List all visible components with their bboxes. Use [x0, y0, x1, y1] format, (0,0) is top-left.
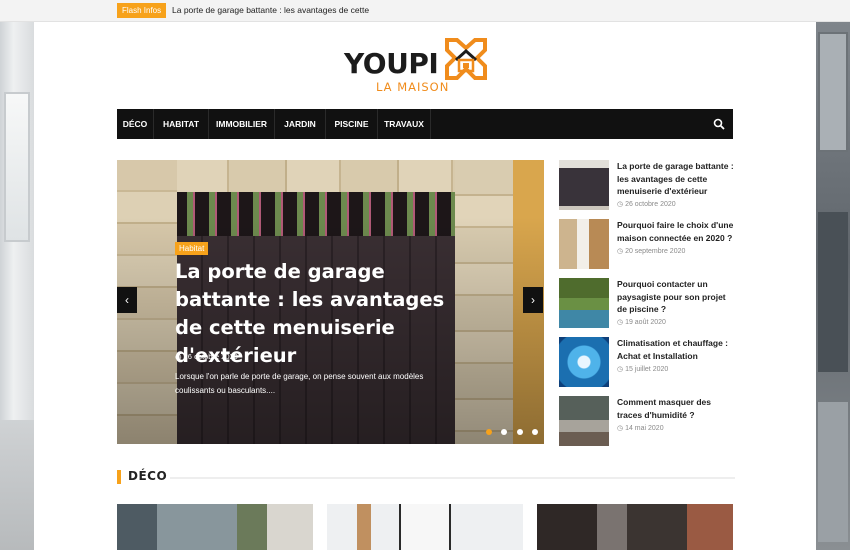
chevron-left-icon: ‹ — [125, 293, 129, 307]
post-date: ◷ 15 juillet 2020 — [617, 366, 669, 373]
post-date-text: 26 octobre 2020 — [625, 201, 676, 208]
post-thumbnail[interactable] — [559, 337, 609, 387]
slider-dot[interactable] — [516, 429, 523, 435]
background-window — [4, 92, 30, 242]
list-item[interactable]: Comment masquer des traces d'humidité ? … — [559, 396, 739, 446]
post-title[interactable]: Pourquoi contacter un paysagiste pour so… — [617, 278, 735, 316]
slide-excerpt: Lorsque l'on parle de porte de garage, o… — [175, 372, 424, 395]
background-panel — [818, 402, 848, 542]
background-panel — [818, 32, 848, 152]
post-title[interactable]: Pourquoi faire le choix d'une maison con… — [617, 219, 735, 244]
list-item[interactable]: La porte de garage battante : les avanta… — [559, 160, 739, 210]
list-item[interactable]: Pourquoi faire le choix d'une maison con… — [559, 219, 739, 269]
slider-prev-button[interactable]: ‹ — [117, 287, 137, 313]
post-thumbnail[interactable] — [559, 396, 609, 446]
flash-news-headline[interactable]: La porte de garage battante : les avanta… — [172, 3, 369, 18]
nav-item-piscine[interactable]: PISCINE — [326, 109, 378, 139]
background-photo-right — [816, 22, 850, 550]
slider-dot[interactable] — [486, 429, 492, 435]
post-date-text: 15 juillet 2020 — [625, 366, 669, 373]
slide-category-badge[interactable]: Habitat — [175, 242, 209, 255]
post-title[interactable]: Climatisation et chauffage : Achat et In… — [617, 337, 735, 362]
nav-item-jardin[interactable]: JARDIN — [275, 109, 326, 139]
nav-item-habitat[interactable]: HABITAT — [154, 109, 209, 139]
post-thumbnail[interactable] — [559, 219, 609, 269]
section-accent — [117, 470, 121, 484]
flash-news-label: Flash Infos — [117, 3, 167, 18]
slide-date-text: 26 octobre 2020 — [183, 352, 238, 361]
page-container: YOUPI LA MAISON DÉCO HABITAT IMMOBILIER … — [34, 22, 816, 550]
slider-pagination — [486, 422, 543, 435]
nav-item-deco[interactable]: DÉCO — [117, 109, 154, 139]
article-card[interactable] — [327, 504, 523, 550]
post-date: ◷ 19 août 2020 — [617, 319, 666, 326]
chevron-right-icon: › — [531, 293, 535, 307]
section-divider — [170, 477, 735, 479]
post-thumbnail[interactable] — [559, 160, 609, 210]
post-date: ◷ 20 septembre 2020 — [617, 248, 686, 255]
flash-news-bar: Flash Infos La porte de garage battante … — [0, 0, 850, 22]
slider-next-button[interactable]: › — [523, 287, 543, 313]
article-card[interactable] — [537, 504, 733, 550]
search-icon[interactable] — [713, 118, 725, 130]
slide-date: ◷ 26 octobre 2020 — [175, 352, 238, 361]
nav-item-travaux[interactable]: TRAVAUX — [378, 109, 431, 139]
article-card-image[interactable] — [327, 504, 523, 550]
main-navigation: DÉCO HABITAT IMMOBILIER JARDIN PISCINE T… — [117, 109, 733, 139]
nav-item-immobilier[interactable]: IMMOBILIER — [209, 109, 275, 139]
logo-wordmark: YOUPI — [344, 47, 439, 80]
background-panel — [818, 212, 848, 372]
post-date: ◷ 26 octobre 2020 — [617, 201, 676, 208]
post-date: ◷ 14 mai 2020 — [617, 425, 664, 432]
post-date-text: 19 août 2020 — [625, 319, 666, 326]
post-thumbnail[interactable] — [559, 278, 609, 328]
site-logo[interactable]: YOUPI LA MAISON — [344, 36, 504, 96]
list-item[interactable]: Climatisation et chauffage : Achat et In… — [559, 337, 739, 387]
post-title[interactable]: Comment masquer des traces d'humidité ? — [617, 396, 735, 421]
list-item[interactable]: Pourquoi contacter un paysagiste pour so… — [559, 278, 739, 328]
article-card-image[interactable] — [537, 504, 733, 550]
background-photo-left — [0, 22, 34, 550]
house-icon — [445, 38, 487, 80]
logo-subtitle: LA MAISON — [376, 80, 450, 94]
article-card-image[interactable] — [117, 504, 313, 550]
background-floor — [0, 420, 34, 550]
post-date-text: 20 septembre 2020 — [625, 248, 686, 255]
section-title[interactable]: DÉCO — [128, 469, 167, 483]
post-date-text: 14 mai 2020 — [625, 425, 664, 432]
featured-slider[interactable]: Habitat La porte de garage battante : le… — [117, 160, 544, 444]
clock-icon: ◷ — [175, 352, 184, 361]
post-title[interactable]: La porte de garage battante : les avanta… — [617, 160, 735, 198]
article-card[interactable] — [117, 504, 313, 550]
